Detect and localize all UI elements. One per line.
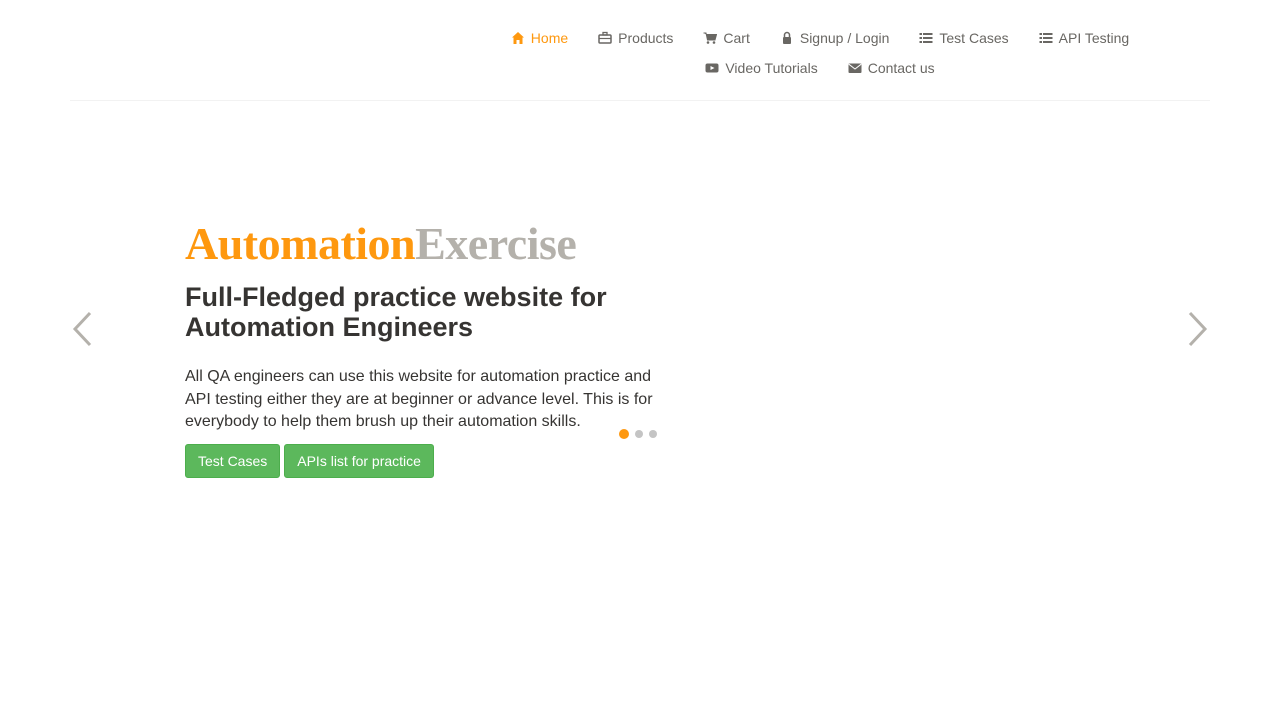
home-icon	[511, 32, 524, 44]
carousel-indicators	[619, 429, 657, 439]
nav-products[interactable]: Products	[598, 28, 673, 48]
carousel-next-button[interactable]	[1184, 308, 1210, 350]
list-icon	[1039, 33, 1053, 43]
apis-list-button[interactable]: APIs list for practice	[284, 443, 434, 478]
hero-carousel: AutomationExercise Full-Fledged practice…	[70, 180, 1210, 500]
nav-home[interactable]: Home	[511, 28, 568, 48]
briefcase-icon	[598, 31, 612, 44]
youtube-play-icon	[705, 63, 719, 73]
cart-icon	[703, 32, 718, 44]
main-nav: Home Products Cart Signup / Login Test C…	[480, 28, 1160, 78]
carousel-indicator-2[interactable]	[635, 430, 643, 438]
nav-contact-us[interactable]: Contact us	[848, 58, 935, 78]
carousel-slide: AutomationExercise Full-Fledged practice…	[185, 218, 665, 478]
brand-part-automation: Automation	[185, 218, 416, 269]
nav-signup-label: Signup / Login	[799, 30, 890, 46]
nav-test-cases-label: Test Cases	[939, 30, 1009, 46]
lock-icon	[782, 31, 791, 44]
chevron-left-icon	[72, 311, 92, 347]
brand-part-exercise: Exercise	[415, 218, 577, 269]
nav-api-testing-label: API Testing	[1058, 30, 1130, 46]
test-cases-button[interactable]: Test Cases	[185, 443, 281, 478]
nav-video-label: Video Tutorials	[725, 60, 818, 76]
hero-headline: Full-Fledged practice website for Automa…	[185, 282, 607, 342]
envelope-icon	[848, 63, 862, 73]
hero-description: All QA engineers can use this website fo…	[185, 368, 653, 430]
carousel-prev-button[interactable]	[70, 308, 96, 350]
site-header: Home Products Cart Signup / Login Test C…	[70, 0, 1210, 101]
hero-buttons: Test Cases APIs list for practice	[185, 443, 665, 478]
nav-home-label: Home	[530, 30, 569, 46]
nav-cart-label: Cart	[723, 30, 750, 46]
list-icon	[919, 33, 933, 43]
nav-signup-login[interactable]: Signup / Login	[780, 28, 890, 48]
nav-api-testing[interactable]: API Testing	[1039, 28, 1130, 48]
nav-video-tutorials[interactable]: Video Tutorials	[705, 58, 818, 78]
nav-test-cases[interactable]: Test Cases	[919, 28, 1009, 48]
chevron-right-icon	[1188, 311, 1208, 347]
carousel-indicator-3[interactable]	[649, 430, 657, 438]
carousel-indicator-1[interactable]	[619, 429, 629, 439]
nav-products-label: Products	[618, 30, 674, 46]
nav-cart[interactable]: Cart	[703, 28, 750, 48]
nav-contact-label: Contact us	[867, 60, 935, 76]
brand-logo: AutomationExercise	[185, 218, 665, 270]
